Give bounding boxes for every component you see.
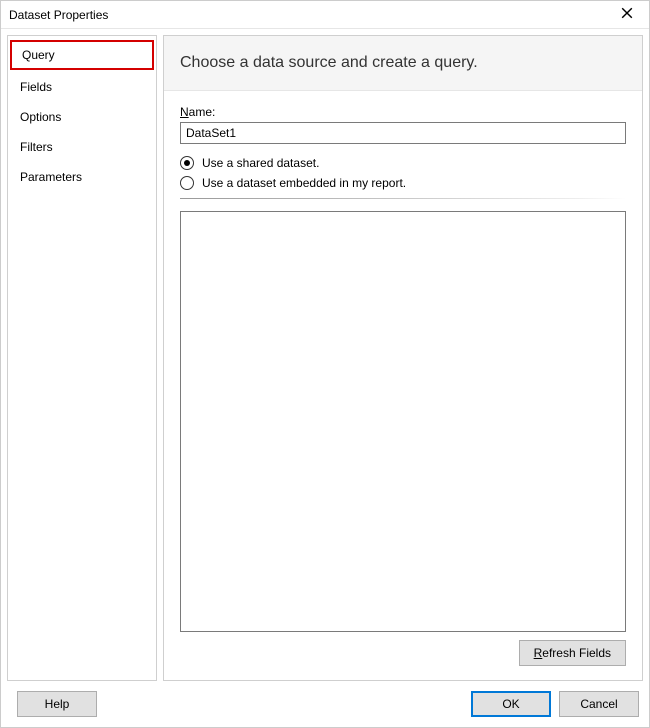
sidebar: Query Fields Options Filters Parameters: [7, 35, 157, 681]
name-label: Name:: [180, 105, 626, 119]
close-button[interactable]: [609, 3, 645, 27]
query-textarea[interactable]: [180, 211, 626, 632]
sidebar-item-query[interactable]: Query: [10, 40, 154, 70]
radio-shared-dataset[interactable]: Use a shared dataset.: [180, 156, 626, 170]
footer: Help OK Cancel: [1, 681, 649, 727]
sidebar-item-filters[interactable]: Filters: [10, 134, 154, 160]
refresh-row: Refresh Fields: [180, 640, 626, 666]
titlebar: Dataset Properties: [1, 1, 649, 29]
sidebar-item-label: Query: [22, 48, 55, 62]
radio-icon: [180, 156, 194, 170]
dataset-properties-dialog: Dataset Properties Query Fields Options …: [0, 0, 650, 728]
main-panel: Choose a data source and create a query.…: [163, 35, 643, 681]
radio-label: Use a shared dataset.: [202, 156, 319, 170]
radio-embedded-dataset[interactable]: Use a dataset embedded in my report.: [180, 176, 626, 190]
ok-button[interactable]: OK: [471, 691, 551, 717]
refresh-fields-label-tail: efresh Fields: [542, 646, 611, 660]
sidebar-item-parameters[interactable]: Parameters: [10, 164, 154, 190]
sidebar-item-label: Filters: [20, 140, 53, 154]
divider: [180, 198, 626, 199]
window-title: Dataset Properties: [9, 8, 609, 22]
query-area: Refresh Fields: [180, 211, 626, 670]
sidebar-item-label: Parameters: [20, 170, 82, 184]
close-icon: [621, 7, 633, 22]
main-heading: Choose a data source and create a query.: [164, 36, 642, 91]
sidebar-item-label: Fields: [20, 80, 52, 94]
help-button[interactable]: Help: [17, 691, 97, 717]
name-input[interactable]: [180, 122, 626, 144]
main-content: Name: Use a shared dataset. Use a datase…: [164, 91, 642, 680]
dialog-body: Query Fields Options Filters Parameters …: [1, 29, 649, 681]
sidebar-item-fields[interactable]: Fields: [10, 74, 154, 100]
dataset-type-radios: Use a shared dataset. Use a dataset embe…: [180, 156, 626, 190]
refresh-fields-button[interactable]: Refresh Fields: [519, 640, 626, 666]
sidebar-item-options[interactable]: Options: [10, 104, 154, 130]
sidebar-item-label: Options: [20, 110, 61, 124]
radio-label: Use a dataset embedded in my report.: [202, 176, 406, 190]
radio-icon: [180, 176, 194, 190]
cancel-button[interactable]: Cancel: [559, 691, 639, 717]
